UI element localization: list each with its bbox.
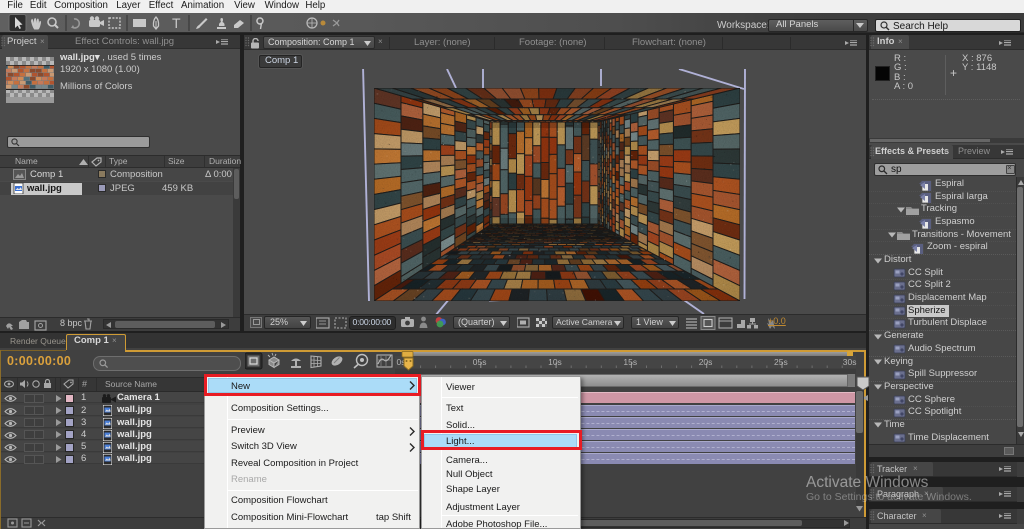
svg-text:T: T (172, 15, 181, 31)
